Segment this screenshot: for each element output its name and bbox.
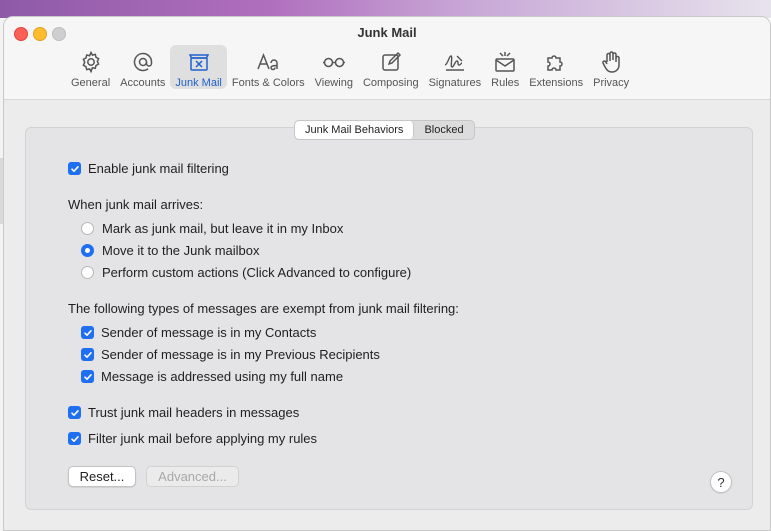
toolbar-item-composing[interactable]: Composing — [358, 45, 424, 89]
checkbox-checked-icon[interactable] — [81, 348, 94, 361]
toolbar-item-privacy[interactable]: Privacy — [588, 45, 634, 89]
toolbar-label: Junk Mail — [175, 77, 222, 89]
help-button[interactable]: ? — [710, 471, 732, 493]
exempt-heading: The following types of messages are exem… — [68, 301, 459, 316]
toolbar-label: Signatures — [428, 77, 482, 89]
trust-headers-option[interactable]: Trust junk mail headers in messages — [68, 405, 299, 420]
checkbox-checked-icon[interactable] — [68, 406, 81, 419]
arrives-heading: When junk mail arrives: — [68, 197, 204, 212]
exempt-contacts-option[interactable]: Sender of message is in my Contacts — [81, 325, 316, 340]
puzzle-icon — [543, 49, 569, 74]
radio-unselected-icon[interactable] — [81, 266, 94, 279]
compose-icon — [378, 49, 404, 74]
exempt-previous-recipients-label: Sender of message is in my Previous Reci… — [101, 347, 380, 362]
titlebar: Junk Mail General Accounts Junk Mail Fon… — [4, 17, 770, 100]
toolbar-label: Accounts — [120, 77, 166, 89]
enable-junk-filtering-option[interactable]: Enable junk mail filtering — [68, 161, 229, 176]
toolbar-item-accounts[interactable]: Accounts — [115, 45, 170, 89]
settings-panel — [25, 127, 753, 510]
radio-option-move-to-junk[interactable]: Move it to the Junk mailbox — [81, 243, 260, 258]
tab-blocked[interactable]: Blocked — [414, 121, 473, 139]
radio-option-leave-in-inbox[interactable]: Mark as junk mail, but leave it in my In… — [81, 221, 343, 236]
toolbar-item-junk-mail[interactable]: Junk Mail — [170, 45, 227, 89]
checkbox-checked-icon[interactable] — [81, 370, 94, 383]
at-sign-icon — [130, 49, 156, 74]
window-title: Junk Mail — [357, 25, 417, 40]
font-aa-icon — [255, 49, 281, 74]
toolbar-item-signatures[interactable]: Signatures — [424, 45, 487, 89]
junk-tray-icon — [186, 49, 212, 74]
checkbox-checked-icon[interactable] — [81, 326, 94, 339]
trust-headers-label: Trust junk mail headers in messages — [88, 405, 300, 420]
exempt-full-name-option[interactable]: Message is addressed using my full name — [81, 369, 343, 384]
rules-icon — [492, 49, 518, 74]
filter-before-rules-option[interactable]: Filter junk mail before applying my rule… — [68, 431, 317, 446]
toolbar-item-general[interactable]: General — [66, 45, 115, 89]
radio-label: Perform custom actions (Click Advanced t… — [102, 265, 412, 280]
reset-button[interactable]: Reset... — [68, 466, 136, 487]
preferences-window: Junk Mail General Accounts Junk Mail Fon… — [3, 16, 771, 531]
tab-junk-mail-behaviors[interactable]: Junk Mail Behaviors — [295, 121, 415, 139]
hand-icon — [598, 49, 624, 74]
toolbar-label: Viewing — [314, 77, 353, 89]
toolbar-label: Extensions — [529, 77, 584, 89]
glasses-icon — [321, 49, 347, 74]
signature-icon — [442, 49, 468, 74]
toolbar-label: General — [71, 77, 111, 89]
toolbar-label: Rules — [491, 77, 520, 89]
radio-unselected-icon[interactable] — [81, 222, 94, 235]
radio-label: Move it to the Junk mailbox — [102, 243, 260, 258]
tab-segmented-control: Junk Mail Behaviors Blocked — [294, 120, 475, 140]
filter-before-rules-label: Filter junk mail before applying my rule… — [88, 431, 318, 446]
exempt-contacts-label: Sender of message is in my Contacts — [101, 325, 317, 340]
advanced-button[interactable]: Advanced... — [146, 466, 239, 487]
enable-junk-filtering-label: Enable junk mail filtering — [88, 161, 229, 176]
gear-icon — [78, 49, 104, 74]
radio-label: Mark as junk mail, but leave it in my In… — [102, 221, 344, 236]
toolbar-item-fonts-colors[interactable]: Fonts & Colors — [227, 45, 310, 89]
checkbox-checked-icon[interactable] — [68, 162, 81, 175]
exempt-previous-recipients-option[interactable]: Sender of message is in my Previous Reci… — [81, 347, 380, 362]
toolbar-item-extensions[interactable]: Extensions — [524, 45, 588, 89]
toolbar-item-rules[interactable]: Rules — [486, 45, 524, 89]
checkbox-checked-icon[interactable] — [68, 432, 81, 445]
toolbar-label: Privacy — [593, 77, 630, 89]
exempt-full-name-label: Message is addressed using my full name — [101, 369, 344, 384]
toolbar-label: Fonts & Colors — [231, 77, 305, 89]
toolbar-item-viewing[interactable]: Viewing — [310, 45, 358, 89]
radio-option-custom-actions[interactable]: Perform custom actions (Click Advanced t… — [81, 265, 411, 280]
radio-selected-icon[interactable] — [81, 244, 94, 257]
toolbar-label: Composing — [362, 77, 419, 89]
preferences-toolbar: General Accounts Junk Mail Fonts & Color… — [66, 45, 634, 93]
